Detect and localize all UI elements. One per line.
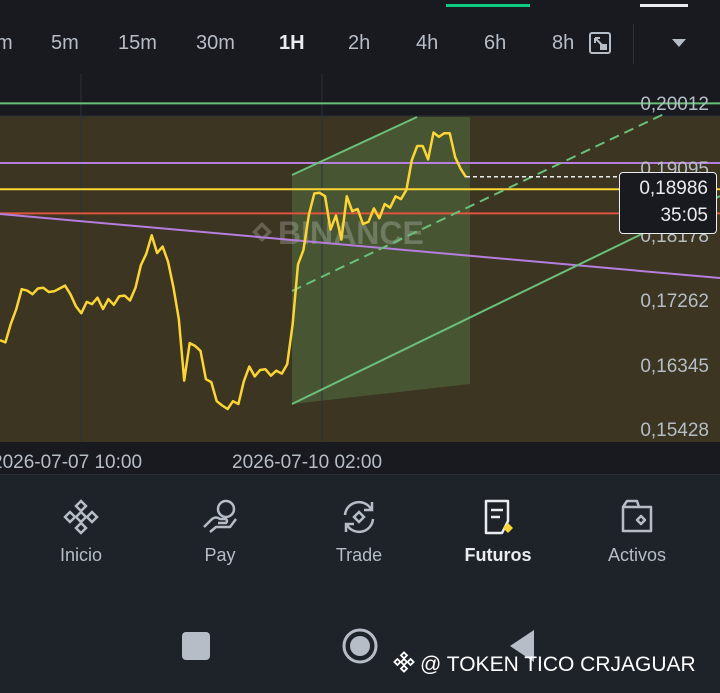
timeframe-bar: m 5m 15m 30m 1H 2h 4h 6h 8h	[0, 14, 720, 74]
timeframe-tab-4h[interactable]: 4h	[416, 32, 438, 55]
nav-item-futuros[interactable]: Futuros	[443, 497, 553, 566]
nav-item-trade[interactable]: Trade	[304, 497, 414, 566]
watermark-caption: @ TOKEN TICO CRJAGUAR	[392, 650, 696, 677]
timeframe-tab-15m[interactable]: 15m	[118, 32, 157, 55]
binance-logo-icon	[63, 499, 99, 535]
candle-countdown: 35:05	[660, 205, 708, 226]
home-button[interactable]	[340, 626, 380, 666]
timeframe-tab-30m[interactable]: 30m	[196, 32, 235, 55]
timeframe-tab-2h[interactable]: 2h	[348, 32, 370, 55]
price-axis-label: 0,20012	[640, 94, 709, 115]
nav-label-futuros: Futuros	[464, 545, 532, 565]
timeframe-tab-5m[interactable]: 5m	[51, 32, 79, 55]
tab-divider	[633, 24, 634, 64]
system-nav-bar: @ TOKEN TICO CRJAGUAR	[0, 594, 720, 693]
nav-item-pay[interactable]: Pay	[165, 497, 275, 566]
timeframe-tab-8h[interactable]: 8h	[552, 32, 574, 55]
nav-label-activos: Activos	[607, 545, 667, 565]
timeframe-tab-6h[interactable]: 6h	[484, 32, 506, 55]
wallet-icon	[621, 499, 653, 533]
time-axis-label: 2026-07-07 10:00	[0, 452, 142, 473]
price-axis-label: 0,16345	[640, 356, 709, 377]
timeframe-tab-partial-m[interactable]: m	[0, 32, 13, 55]
watermark-caption-text: @ TOKEN TICO CRJAGUAR	[420, 653, 696, 676]
recent-apps-button[interactable]	[182, 632, 210, 660]
chart-canvas[interactable]: BINANCE 0,20012 0,19095 0,18178 0,17262 …	[0, 74, 720, 474]
price-chart[interactable]: BINANCE 0,20012 0,19095 0,18178 0,17262 …	[0, 74, 720, 474]
white-value-fragment	[640, 0, 688, 7]
last-price-tag: 0,18986 35:05	[619, 172, 717, 234]
nav-label-pay: Pay	[204, 545, 236, 565]
price-axis-label: 0,15428	[640, 420, 709, 441]
trade-cycle-icon	[343, 500, 375, 534]
status-strip	[0, 0, 720, 14]
pay-hand-icon	[203, 499, 237, 533]
nav-item-inicio[interactable]: Inicio	[26, 497, 136, 566]
chevron-down-icon[interactable]	[672, 39, 686, 47]
bottom-nav: Inicio Pay Trade Futuros Activos	[0, 474, 720, 595]
nav-label-inicio: Inicio	[59, 545, 103, 565]
binance-logo-icon	[393, 651, 415, 673]
fullscreen-icon[interactable]	[588, 30, 612, 56]
futures-doc-icon	[484, 499, 513, 535]
time-axis-label: 2026-07-10 02:00	[232, 452, 382, 473]
nav-item-activos[interactable]: Activos	[582, 497, 692, 566]
price-axis-label: 0,17262	[640, 291, 709, 312]
last-price-value: 0,18986	[639, 178, 708, 199]
nav-label-trade: Trade	[335, 545, 383, 565]
timeframe-tab-1h[interactable]: 1H	[279, 32, 305, 55]
green-value-fragment	[446, 0, 530, 7]
